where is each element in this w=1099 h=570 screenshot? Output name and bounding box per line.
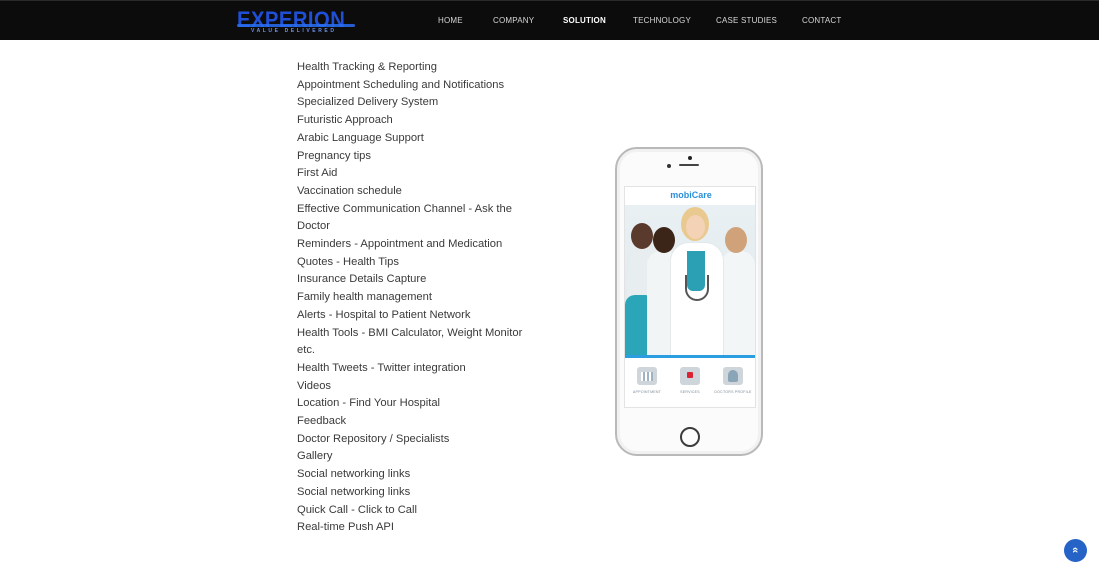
- feature-item: Doctor Repository / Specialists: [297, 432, 450, 445]
- doctor-figure: [686, 215, 705, 239]
- feature-item: Quick Call - Click to Call: [297, 503, 417, 516]
- feature-list: Health Tracking & Reporting Appointment …: [297, 59, 527, 537]
- feature-item: Arabic Language Support: [297, 131, 424, 144]
- double-chevron-up-icon: «: [1069, 546, 1082, 554]
- feature-item: Health Tools - BMI Calculator, Weight Mo…: [297, 326, 523, 339]
- doctor-icon: [723, 367, 743, 385]
- feature-item: First Aid: [297, 167, 338, 180]
- feature-item: Health Tweets - Twitter integration: [297, 361, 466, 374]
- phone-speaker: [679, 164, 699, 166]
- phone-screen: mobiCare APPOINTMENT SERVICES DOCTORS PR…: [624, 186, 756, 408]
- feature-item: Alerts - Hospital to Patient Network: [297, 308, 471, 321]
- feature-item: Vaccination schedule: [297, 184, 402, 197]
- feature-item: Location - Find Your Hospital: [297, 397, 441, 410]
- doctor-figure: [631, 223, 653, 249]
- calendar-icon: [637, 367, 657, 385]
- feature-item: Specialized Delivery System: [297, 96, 439, 109]
- feature-item: Quotes - Health Tips: [297, 255, 399, 268]
- doctors-hero-image: [625, 205, 755, 355]
- app-services[interactable]: SERVICES: [670, 367, 710, 394]
- feature-item: Futuristic Approach: [297, 114, 393, 127]
- phone-camera: [667, 164, 671, 168]
- feature-item: Pregnancy tips: [297, 149, 372, 162]
- top-navbar: EXPERION VALUE DELIVERED HOME COMPANY SO…: [0, 0, 1099, 40]
- app-doctors-profile[interactable]: DOCTORS PROFILE: [713, 367, 753, 394]
- phone-mockup: mobiCare APPOINTMENT SERVICES DOCTORS PR…: [615, 147, 763, 456]
- phone-home-button: [680, 427, 700, 447]
- feature-item: etc.: [297, 344, 316, 357]
- stethoscope-icon: [685, 275, 709, 301]
- hero-divider: [625, 355, 755, 358]
- nav-home[interactable]: HOME: [438, 16, 463, 25]
- feature-item: Social networking links: [297, 468, 411, 481]
- feature-item: Reminders - Appointment and Medication: [297, 238, 503, 251]
- nav-contact[interactable]: CONTACT: [802, 16, 841, 25]
- doctor-figure: [725, 227, 747, 253]
- feature-item: Doctor: [297, 220, 330, 233]
- logo-swoosh: [237, 24, 355, 27]
- scroll-to-top-button[interactable]: «: [1064, 539, 1087, 562]
- feature-item: Effective Communication Channel - Ask th…: [297, 202, 512, 215]
- logo-tagline: VALUE DELIVERED: [251, 28, 337, 34]
- experion-logo[interactable]: EXPERION VALUE DELIVERED: [237, 9, 355, 35]
- app-icon-label: APPOINTMENT: [632, 390, 662, 394]
- app-title: mobiCare: [625, 187, 755, 204]
- feature-item: Health Tracking & Reporting: [297, 61, 437, 73]
- medical-kit-icon: [680, 367, 700, 385]
- app-icon-label: DOCTORS PROFILE: [714, 390, 752, 394]
- feature-item: Social networking links: [297, 485, 411, 498]
- app-icon-row: APPOINTMENT SERVICES DOCTORS PROFILE: [625, 363, 755, 405]
- feature-item: Feedback: [297, 415, 347, 428]
- nav-solution[interactable]: SOLUTION: [563, 16, 606, 25]
- feature-item: Videos: [297, 379, 332, 392]
- app-appointment[interactable]: APPOINTMENT: [627, 367, 667, 394]
- nav-case-studies[interactable]: CASE STUDIES: [716, 16, 777, 25]
- feature-item: Real-time Push API: [297, 521, 394, 534]
- app-icon-label: SERVICES: [680, 390, 700, 394]
- nav-company[interactable]: COMPANY: [493, 16, 534, 25]
- doctor-figure: [721, 251, 755, 355]
- feature-item: Insurance Details Capture: [297, 273, 427, 286]
- feature-item: Appointment Scheduling and Notifications: [297, 78, 505, 91]
- feature-item: Gallery: [297, 450, 333, 463]
- phone-sensor: [688, 156, 692, 160]
- doctor-figure: [653, 227, 675, 253]
- nav-technology[interactable]: TECHNOLOGY: [633, 16, 691, 25]
- feature-item: Family health management: [297, 291, 432, 304]
